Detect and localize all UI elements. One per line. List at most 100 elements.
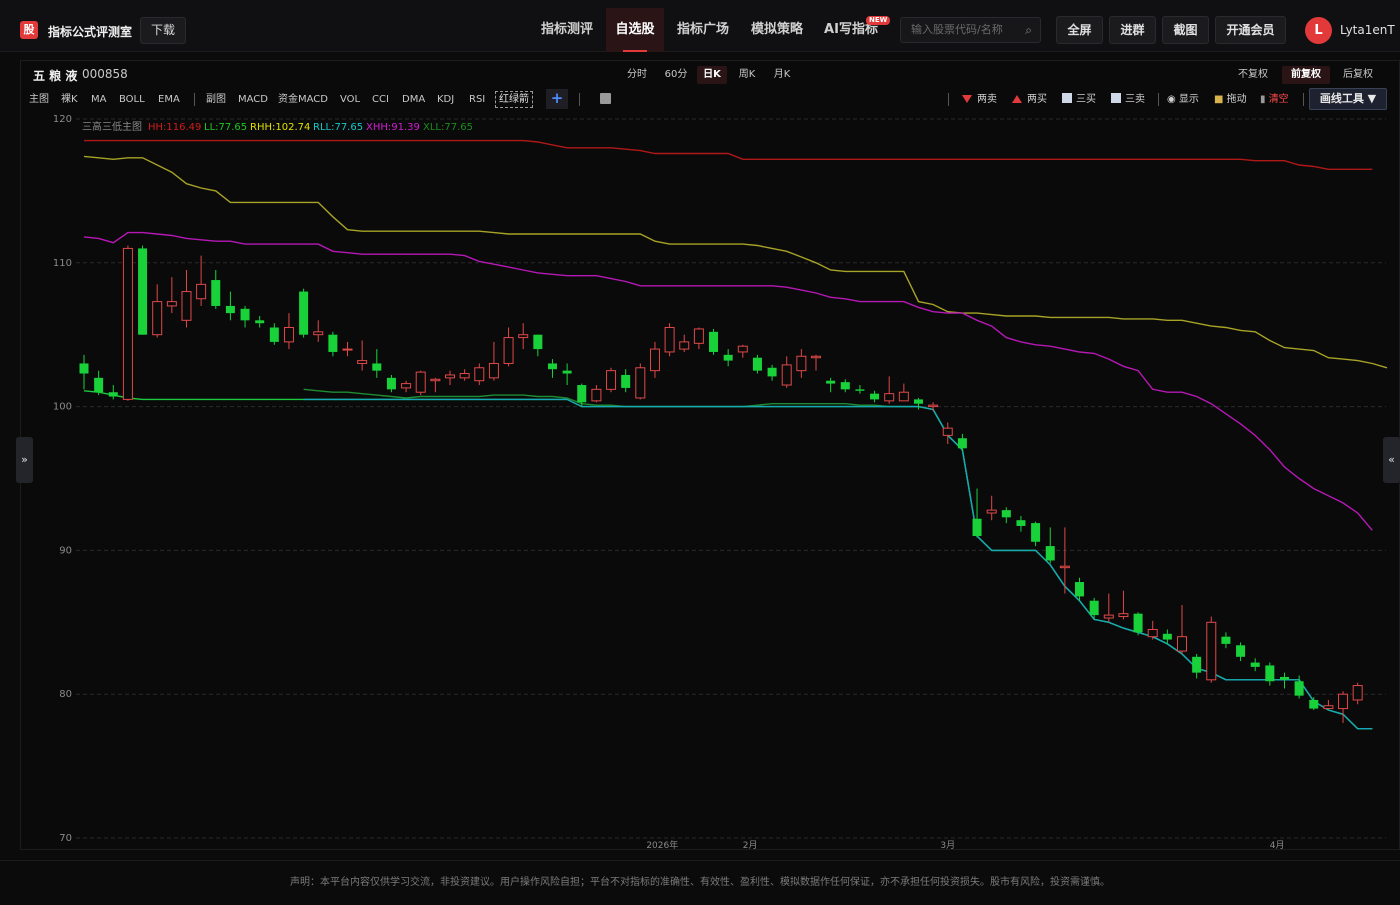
candle[interactable] (1133, 612, 1143, 636)
candle[interactable] (1309, 697, 1319, 711)
candle[interactable] (401, 380, 412, 393)
user-name[interactable]: Lyta1enT (1340, 23, 1395, 37)
tab-boll[interactable]: BOLL (119, 93, 145, 107)
candle[interactable] (972, 488, 982, 538)
candle[interactable] (415, 370, 426, 396)
nav-item-ai-indicator[interactable]: AI写指标 (816, 8, 886, 52)
candle[interactable] (94, 370, 104, 396)
candle[interactable] (767, 364, 777, 381)
candle[interactable] (240, 305, 250, 328)
candle[interactable] (723, 349, 733, 367)
stock-search-input[interactable]: 输入股票代码/名称 ⌕ (900, 17, 1041, 43)
candle[interactable] (283, 313, 294, 350)
candle[interactable] (372, 349, 382, 378)
candle[interactable] (313, 320, 324, 342)
tab-naked-k[interactable]: 裸K (61, 93, 78, 107)
candle[interactable] (152, 284, 163, 338)
add-indicator-icon[interactable]: + (546, 89, 568, 109)
candle[interactable] (737, 344, 748, 358)
candle[interactable] (826, 377, 836, 393)
candle[interactable] (870, 390, 880, 403)
screenshot-button[interactable]: 截图 (1162, 16, 1209, 44)
adjust-forward[interactable]: 前复权 (1282, 66, 1330, 84)
show-toggle[interactable]: ◉ 显示 (1167, 93, 1199, 107)
candle[interactable] (898, 383, 909, 402)
candle[interactable] (1206, 616, 1217, 683)
candle[interactable] (474, 363, 485, 386)
tab-main-chart[interactable]: 主图 (29, 93, 49, 107)
candle[interactable] (547, 359, 557, 378)
candle[interactable] (986, 495, 997, 521)
candle[interactable] (781, 356, 792, 388)
candle[interactable] (386, 374, 396, 393)
candle[interactable] (693, 327, 704, 350)
signal-three-sell[interactable]: 三卖 (1111, 93, 1145, 107)
candle[interactable] (796, 349, 807, 378)
adjust-backward[interactable]: 后复权 (1339, 66, 1377, 84)
candle[interactable] (606, 367, 617, 393)
candle[interactable] (942, 422, 953, 444)
candle[interactable] (1236, 642, 1246, 662)
candle[interactable] (957, 433, 967, 452)
candle[interactable] (1352, 682, 1363, 705)
drawing-tools-dropdown[interactable]: 画线工具 ▼ (1309, 88, 1387, 110)
candle[interactable] (840, 379, 850, 393)
kline-chart[interactable]: 120 110 100 90 80 70 2026年 2月 3月 4月 (20, 112, 1390, 854)
candle[interactable] (562, 363, 572, 386)
candle[interactable] (108, 385, 118, 400)
tab-dma[interactable]: DMA (402, 93, 425, 107)
vip-button[interactable]: 开通会员 (1215, 16, 1286, 44)
candle[interactable] (649, 341, 660, 378)
period-weekly[interactable]: 周K (733, 66, 761, 84)
expand-left-button[interactable]: » (16, 437, 33, 483)
candle[interactable] (591, 385, 602, 403)
candle[interactable] (211, 269, 221, 309)
candle[interactable] (1045, 527, 1055, 564)
candle[interactable] (138, 245, 148, 335)
candle[interactable] (181, 269, 192, 328)
candle[interactable] (503, 327, 514, 367)
tab-macd[interactable]: MACD (238, 93, 268, 107)
candle[interactable] (855, 385, 865, 394)
tab-ema[interactable]: EMA (158, 93, 180, 107)
candle[interactable] (1031, 521, 1041, 547)
tab-fund-macd[interactable]: 资金MACD (278, 93, 328, 107)
candle[interactable] (1279, 672, 1289, 689)
candle[interactable] (1147, 620, 1158, 640)
expand-right-button[interactable]: « (1383, 437, 1400, 483)
candle[interactable] (255, 316, 265, 328)
join-group-button[interactable]: 进群 (1109, 16, 1156, 44)
avatar[interactable]: L (1305, 17, 1332, 44)
candle[interactable] (1059, 527, 1070, 594)
tab-ma[interactable]: MA (91, 93, 106, 107)
tab-vol[interactable]: VOL (340, 93, 360, 107)
candle[interactable] (1250, 658, 1260, 672)
candle[interactable] (1001, 507, 1011, 524)
candle[interactable] (811, 354, 821, 371)
tab-sub-chart[interactable]: 副图 (206, 93, 226, 107)
tab-kdj[interactable]: KDJ (437, 93, 454, 107)
signal-two-sell[interactable]: 两卖 (962, 93, 997, 107)
signal-three-buy[interactable]: 三买 (1062, 93, 1096, 107)
candle[interactable] (884, 376, 895, 404)
clear-button[interactable]: ▮ 清空 (1260, 93, 1289, 107)
candle[interactable] (225, 291, 235, 321)
candle[interactable] (122, 245, 133, 401)
drag-toggle[interactable]: ■ 拖动 (1214, 93, 1247, 107)
candle[interactable] (533, 334, 543, 357)
period-intraday[interactable]: 分时 (623, 66, 651, 84)
candle[interactable] (518, 323, 529, 350)
candle[interactable] (1323, 699, 1334, 710)
candle[interactable] (1016, 515, 1026, 532)
nav-item-sim-strategy[interactable]: 模拟策略 (742, 8, 812, 52)
candle[interactable] (430, 377, 441, 393)
tab-red-green-arrow[interactable]: 红绿箭 (495, 91, 533, 108)
candle[interactable] (1177, 605, 1187, 654)
fullscreen-button[interactable]: 全屏 (1056, 16, 1103, 44)
candle[interactable] (79, 354, 89, 390)
candle[interactable] (1294, 675, 1304, 699)
candle[interactable] (342, 341, 353, 357)
candle[interactable] (679, 334, 690, 352)
tab-cci[interactable]: CCI (372, 93, 389, 107)
nav-item-watchlist[interactable]: 自选股 (606, 8, 664, 52)
